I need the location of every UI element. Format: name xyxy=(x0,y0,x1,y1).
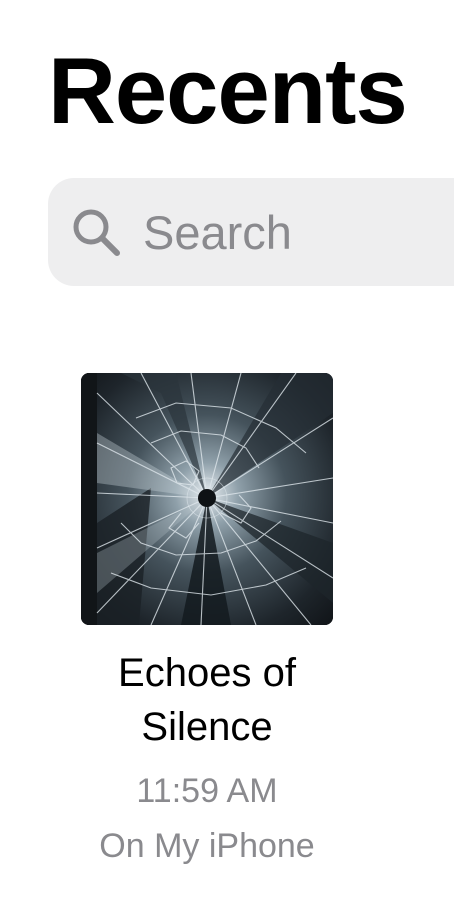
file-item[interactable]: Echoes of Silence 11:59 AM On My iPhone xyxy=(60,370,354,880)
page-title: Recents xyxy=(48,38,408,143)
file-modified-time: 11:59 AM xyxy=(136,772,278,810)
file-thumbnail[interactable] xyxy=(81,373,333,625)
shattered-glass-artwork xyxy=(81,373,333,625)
file-location: On My iPhone xyxy=(99,827,315,865)
file-name[interactable]: Echoes of Silence xyxy=(60,646,354,754)
search-input[interactable]: Search xyxy=(143,203,292,263)
recents-screen: Recents Search Echoes of Silence 11:59 A… xyxy=(0,0,454,919)
search-icon[interactable] xyxy=(70,206,122,258)
